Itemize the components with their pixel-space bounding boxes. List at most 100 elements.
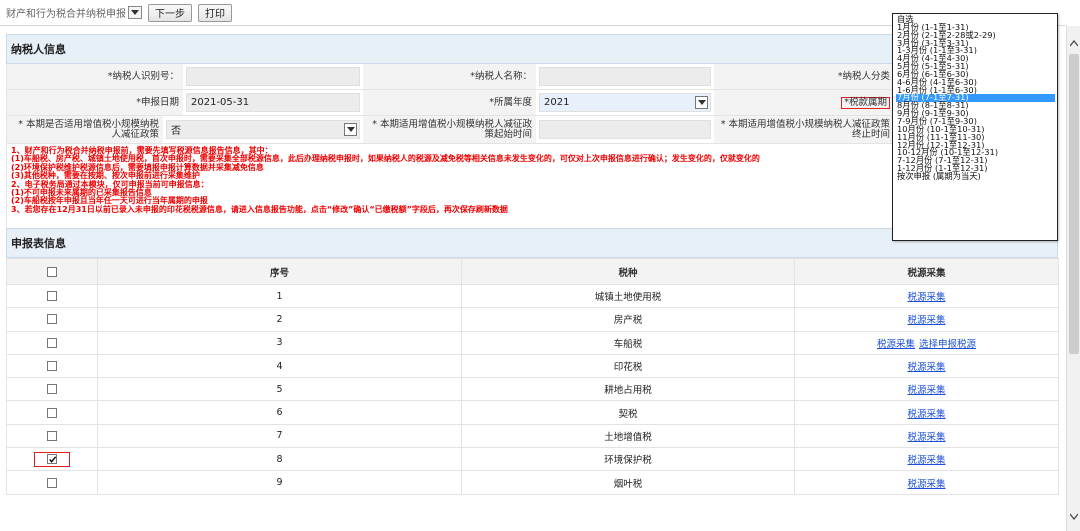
print-button[interactable]: 打印 — [198, 3, 232, 22]
select-all-checkbox[interactable] — [47, 266, 57, 277]
dropdown-option[interactable]: 按次申报 (属期为当天) — [896, 172, 1055, 181]
row-seq: 1 — [97, 283, 462, 309]
table-row: 8 环境保护税 税源采集 — [6, 447, 1059, 472]
row-source-cell: 税源采集 — [794, 470, 1059, 495]
tax-year-cell: 2021 — [536, 90, 714, 115]
row-checkbox-cell — [6, 283, 98, 309]
row-seq: 3 — [97, 330, 462, 355]
row-checkbox[interactable] — [47, 361, 57, 372]
col-tax-header: 税种 — [461, 258, 795, 285]
table-row: 9 烟叶税 税源采集 — [6, 470, 1059, 495]
row-checkbox[interactable] — [47, 477, 57, 488]
source-collect-link[interactable]: 税源采集 — [877, 339, 915, 350]
policy-applicable-cell: 否 — [163, 116, 363, 143]
declaration-date-label: *申报日期 — [7, 90, 183, 115]
table-row: 7 土地增值税 税源采集 — [6, 423, 1059, 449]
row-checkbox-cell — [6, 447, 98, 472]
table-row: 5 耕地占用税 税源采集 — [6, 377, 1059, 402]
table-row: 1 城镇土地使用税 税源采集 — [6, 283, 1059, 309]
taxpayer-name-label: *纳税人名称： — [363, 64, 536, 89]
row-seq: 2 — [97, 307, 462, 332]
col-seq-header: 序号 — [97, 258, 462, 285]
row-checkbox[interactable] — [47, 337, 57, 348]
row-source-cell: 税源采集 — [794, 423, 1059, 449]
tax-year-label: *所属年度 — [363, 90, 536, 115]
row-source-cell: 税源采集 选择申报税源 — [794, 330, 1059, 355]
row-seq: 7 — [97, 423, 462, 449]
source-collect-link[interactable]: 税源采集 — [907, 479, 945, 490]
taxpayer-name-cell — [536, 64, 714, 89]
source-collect-link[interactable]: 税源采集 — [907, 455, 945, 466]
next-step-button[interactable]: 下一步 — [148, 3, 192, 22]
row-checkbox-cell — [6, 353, 98, 379]
report-table: 序号 税种 税源采集 1 城镇土地使用税 税源采集 2 房产税 税源采集 3 车… — [6, 258, 1059, 495]
row-tax: 烟叶税 — [461, 470, 795, 495]
row-source-cell: 税源采集 — [794, 307, 1059, 332]
row-checkbox-cell — [6, 307, 98, 332]
source-collect-link[interactable]: 税源采集 — [907, 292, 945, 303]
row-seq: 8 — [97, 447, 462, 472]
row-tax: 土地增值税 — [461, 423, 795, 449]
row-checkbox[interactable] — [47, 384, 57, 395]
source-collect-link[interactable]: 税源采集 — [907, 362, 945, 373]
row-source-cell: 税源采集 — [794, 283, 1059, 309]
chevron-down-icon[interactable] — [695, 96, 708, 109]
scrollbar-thumb[interactable] — [1069, 54, 1079, 354]
policy-start-label: * 本期适用增值税小规模纳税人减征政策起始时间 — [363, 116, 536, 143]
row-source-cell: 税源采集 — [794, 400, 1059, 425]
source-collect-link[interactable]: 税源采集 — [907, 385, 945, 396]
row-seq: 5 — [97, 377, 462, 402]
row-checkbox[interactable] — [47, 430, 57, 441]
taxpayer-name-field[interactable] — [539, 67, 711, 86]
vertical-scrollbar[interactable] — [1066, 26, 1080, 531]
tax-year-select[interactable]: 2021 — [539, 93, 711, 112]
policy-applicable-value: 否 — [171, 126, 181, 137]
select-all-cell — [6, 258, 98, 285]
row-tax: 城镇土地使用税 — [461, 283, 795, 309]
col-source-header: 税源采集 — [794, 258, 1059, 285]
tax-period-dropdown-list[interactable]: 自选 1月份 (1-1至1-31) 2月份 (2-1至2-28或2-29) 3月份 (… — [892, 13, 1058, 241]
row-checkbox[interactable] — [47, 291, 57, 302]
declaration-type-select[interactable]: 财产和行为税合并纳税申报 — [6, 5, 142, 21]
table-row: 6 契税 税源采集 — [6, 400, 1059, 425]
row-checkbox-cell — [6, 400, 98, 425]
row-source-cell: 税源采集 — [794, 447, 1059, 472]
chevron-down-icon[interactable] — [128, 6, 142, 19]
row-checkbox[interactable] — [47, 407, 57, 418]
row-checkbox-checked[interactable] — [47, 454, 57, 465]
declaration-date-field[interactable]: 2021-05-31 — [186, 93, 360, 112]
chevron-up-icon[interactable] — [1070, 40, 1078, 48]
select-declare-source-link[interactable]: 选择申报税源 — [919, 339, 976, 350]
policy-start-cell — [536, 116, 714, 143]
row-source-cell: 税源采集 — [794, 353, 1059, 379]
row-source-cell: 税源采集 — [794, 377, 1059, 402]
taxpayer-id-label: *纳税人识别号： — [7, 64, 183, 89]
row-seq: 6 — [97, 400, 462, 425]
source-collect-link[interactable]: 税源采集 — [907, 315, 945, 326]
chevron-down-icon[interactable] — [344, 123, 357, 136]
row-checkbox-cell — [6, 470, 98, 495]
table-header-row: 序号 税种 税源采集 — [6, 258, 1059, 285]
policy-start-field[interactable] — [539, 120, 711, 139]
check-icon — [49, 456, 57, 464]
taxpayer-id-cell — [183, 64, 363, 89]
declaration-date-cell: 2021-05-31 — [183, 90, 363, 115]
app-window: 财产和行为税合并纳税申报 下一步 打印 纳税人信息 *纳税人识别号： *纳税人名… — [0, 0, 1080, 531]
table-row: 2 房产税 税源采集 — [6, 307, 1059, 332]
source-collect-link[interactable]: 税源采集 — [907, 432, 945, 443]
chevron-down-icon[interactable] — [1070, 512, 1078, 520]
row-seq: 9 — [97, 470, 462, 495]
row-seq: 4 — [97, 353, 462, 379]
taxpayer-category-label: *纳税人分类 — [714, 64, 894, 89]
tax-year-value: 2021 — [544, 97, 570, 108]
row-tax: 车船税 — [461, 330, 795, 355]
policy-applicable-label: * 本期是否适用增值税小规模纳税人减征政策 — [7, 116, 163, 143]
table-row: 3 车船税 税源采集 选择申报税源 — [6, 330, 1059, 355]
policy-end-label: * 本期适用增值税小规模纳税人减征政策终止时间 — [714, 116, 894, 143]
row-tax: 耕地占用税 — [461, 377, 795, 402]
row-checkbox[interactable] — [47, 314, 57, 325]
source-collect-link[interactable]: 税源采集 — [907, 409, 945, 420]
taxpayer-id-field[interactable] — [186, 67, 360, 86]
row-tax: 房产税 — [461, 307, 795, 332]
policy-applicable-select[interactable]: 否 — [166, 120, 360, 139]
